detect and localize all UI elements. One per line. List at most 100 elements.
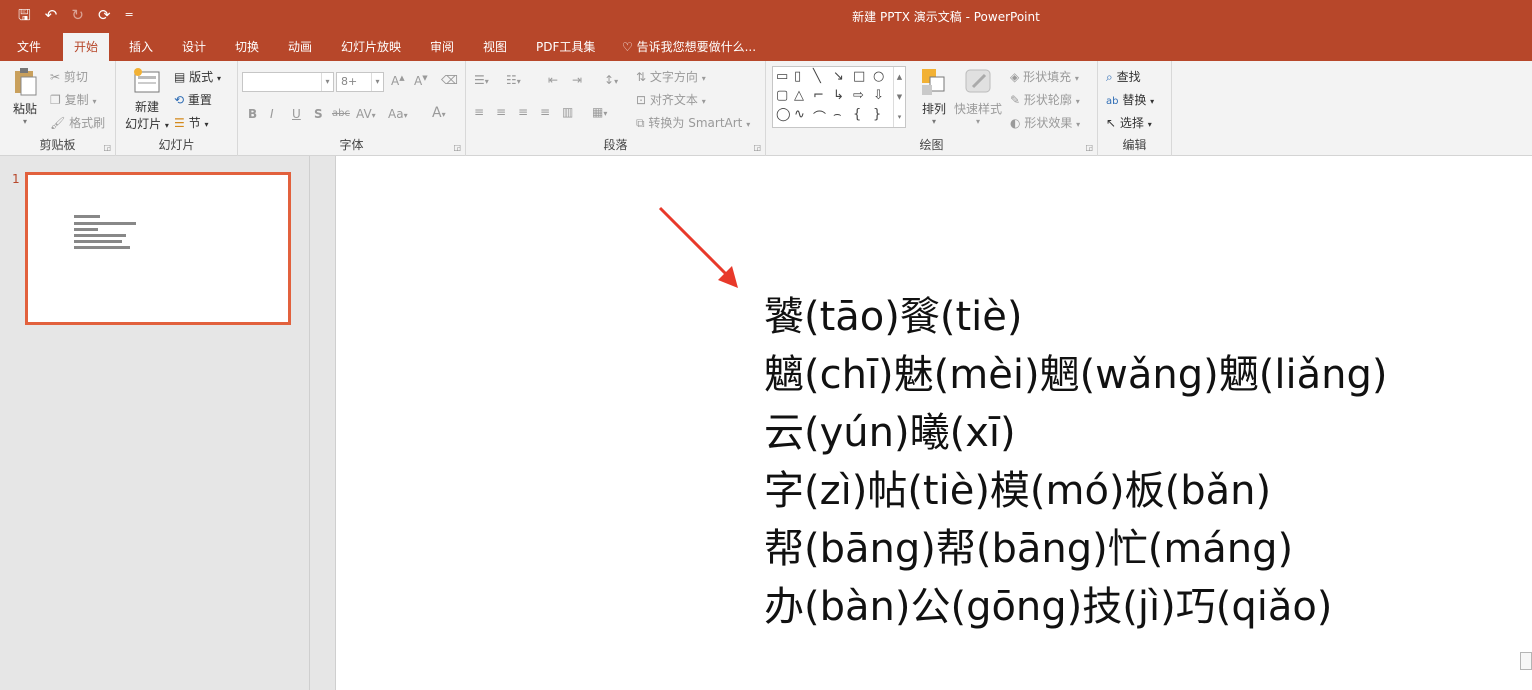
elbow-connector-shape-icon[interactable]: ⌐ [813,88,824,103]
title-bar: 🖫 ↶ ↻ ⟳ = 新建 PPTX 演示文稿 - PowerPoint [0,0,1532,33]
pane-splitter[interactable] [310,156,336,690]
callout-shape-icon[interactable]: ◯ [776,107,791,122]
arrow-line-shape-icon[interactable]: ↘ [833,69,844,84]
rectangle-shape-icon[interactable]: □ [853,69,865,84]
tab-slideshow[interactable]: 幻灯片放映 [330,33,412,61]
font-name-combo[interactable]: ▾ [242,72,334,92]
columns-button[interactable]: ▦▾ [592,105,607,119]
copy-button[interactable]: ❐ 复制 ▾ [50,91,96,108]
increase-indent-button[interactable]: ⇥ [572,73,582,87]
copy-icon: ❐ [50,93,61,107]
line-spacing-button[interactable]: ↕▾ [604,73,618,87]
clipboard-paste-options-icon[interactable] [1520,652,1532,670]
quick-styles-button[interactable]: 快速样式 ▾ [952,67,1004,126]
change-case-button[interactable]: Aa▾ [388,107,408,121]
bullets-button[interactable]: ☰▾ [474,73,489,87]
font-size-combo[interactable]: 8+ ▾ [336,72,384,92]
chevron-down-icon: ▾ [931,117,936,126]
select-button[interactable]: ↖ 选择 ▾ [1106,114,1152,131]
format-painter-button[interactable]: 🖌 格式刷 [50,114,105,131]
chevron-down-icon: ▾ [22,117,27,126]
down-arrow-shape-icon[interactable]: ⇩ [873,88,884,103]
reset-icon: ⟲ [174,93,185,107]
bold-button[interactable]: B [248,107,257,121]
tell-me-search[interactable]: ♡ 告诉我您想要做什么... [622,33,756,61]
slide-canvas[interactable]: 饕(tāo)餮(tiè) 魑(chī)魅(mèi)魍(wǎng)魉(liǎng)… [336,156,1532,690]
arc-shape-icon[interactable]: ⌒ [813,107,826,126]
numbering-button[interactable]: ☷▾ [506,73,521,87]
find-button[interactable]: ⌕ 查找 [1106,68,1141,85]
slide-thumbnail[interactable] [25,172,291,325]
font-color-button[interactable]: A▾ [432,105,446,121]
annotation-arrow-icon [658,206,738,288]
align-left-button[interactable]: ≡ [474,105,484,119]
chevron-down-icon: ▾ [321,73,333,91]
cut-button[interactable]: ✂ 剪切 [50,68,88,85]
shrink-font-button[interactable]: A▼ [414,74,428,88]
dialog-launcher-icon[interactable]: ◲ [103,143,111,152]
tab-transitions[interactable]: 切换 [224,33,270,61]
tab-review[interactable]: 审阅 [419,33,465,61]
textbox-shape-icon[interactable]: ▭ [776,69,788,84]
elbow-arrow-shape-icon[interactable]: ↳ [833,88,844,103]
text-direction-label: 文字方向 [649,70,698,84]
italic-button[interactable]: I [270,107,274,121]
left-brace-shape-icon[interactable]: { [853,107,861,122]
tab-file[interactable]: 文件 [6,33,52,61]
char-spacing-button[interactable]: AV▾ [356,107,376,121]
convert-smartart-button[interactable]: ⧉ 转换为 SmartArt ▾ [636,114,750,131]
align-center-button[interactable]: ≡ [496,105,506,119]
smartart-label: 转换为 SmartArt [648,116,743,130]
dialog-launcher-icon[interactable]: ◲ [753,143,761,152]
tab-home[interactable]: 开始 [63,33,110,61]
slide-text-line: 云(yún)曦(xī) [764,410,1016,456]
dialog-launcher-icon[interactable]: ◲ [453,143,461,152]
new-slide-label-1: 新建 [134,100,159,114]
shape-effects-button[interactable]: ◐ 形状效果 ▾ [1010,114,1080,131]
new-slide-button[interactable]: 新建 幻灯片 ▾ [122,67,172,132]
gallery-scroll[interactable]: ▲ ▼ ▾ [893,67,905,127]
thumb-text-line [74,215,100,218]
line-shape-icon[interactable]: ╲ [813,69,821,84]
grow-font-button[interactable]: A▲ [391,74,405,88]
search-icon: ⌕ [1106,70,1113,84]
curve-shape-icon[interactable]: ⌢ [833,107,842,122]
section-button[interactable]: ☰ 节 ▾ [174,114,208,131]
new-slide-label-2: 幻灯片 ▾ [125,117,169,131]
tab-animations[interactable]: 动画 [277,33,323,61]
slide-text-box[interactable]: 饕(tāo)餮(tiè) 魑(chī)魅(mèi)魍(wǎng)魉(liǎng)… [764,288,1387,636]
right-arrow-shape-icon[interactable]: ⇨ [853,88,864,103]
slide-number: 1 [12,172,20,186]
oval-shape-icon[interactable]: ○ [873,69,884,84]
tab-insert[interactable]: 插入 [118,33,164,61]
drawing-group: ▭ ▯ ╲ ↘ □ ○ ▢ △ ⌐ ↳ ⇨ ⇩ ◯ ∿ ⌒ ⌢ { } ▲ ▼ ▾ … [766,61,1098,156]
arrange-button[interactable]: 排列 ▾ [914,67,954,126]
shape-fill-button[interactable]: ◈ 形状填充 ▾ [1010,68,1079,85]
tab-design[interactable]: 设计 [171,33,217,61]
text-direction-button[interactable]: ⇅ 文字方向 ▾ [636,68,706,85]
shape-outline-button[interactable]: ✎ 形状轮廓 ▾ [1010,91,1080,108]
strikethrough-button[interactable]: abc [332,108,350,119]
underline-button[interactable]: U [292,107,301,121]
vertical-textbox-shape-icon[interactable]: ▯ [794,69,801,84]
replace-button[interactable]: ab 替换 ▾ [1106,91,1154,108]
reset-button[interactable]: ⟲ 重置 [174,91,212,108]
shadow-button[interactable]: S [314,107,323,121]
align-text-button[interactable]: ⊡ 对齐文本 ▾ [636,91,706,108]
align-right-button[interactable]: ≡ [518,105,528,119]
decrease-indent-button[interactable]: ⇤ [548,73,558,87]
distributed-button[interactable]: ▥ [562,105,573,119]
right-brace-shape-icon[interactable]: } [873,107,881,122]
shapes-gallery[interactable]: ▭ ▯ ╲ ↘ □ ○ ▢ △ ⌐ ↳ ⇨ ⇩ ◯ ∿ ⌒ ⌢ { } ▲ ▼ ▾ [772,66,906,128]
rounded-rect-shape-icon[interactable]: ▢ [776,88,788,103]
freeform-shape-icon[interactable]: ∿ [794,107,805,122]
tab-view[interactable]: 视图 [472,33,518,61]
layout-button[interactable]: ▤ 版式 ▾ [174,68,221,85]
clear-format-icon[interactable]: ⌫ [441,73,458,87]
justify-button[interactable]: ≡ [540,105,550,119]
slide-thumbnail-pane[interactable]: 1 [0,156,310,690]
dialog-launcher-icon[interactable]: ◲ [1085,143,1093,152]
paste-button[interactable]: 粘贴 ▾ [8,67,42,126]
triangle-shape-icon[interactable]: △ [794,88,804,103]
tab-pdf-tools[interactable]: PDF工具集 [525,33,606,61]
